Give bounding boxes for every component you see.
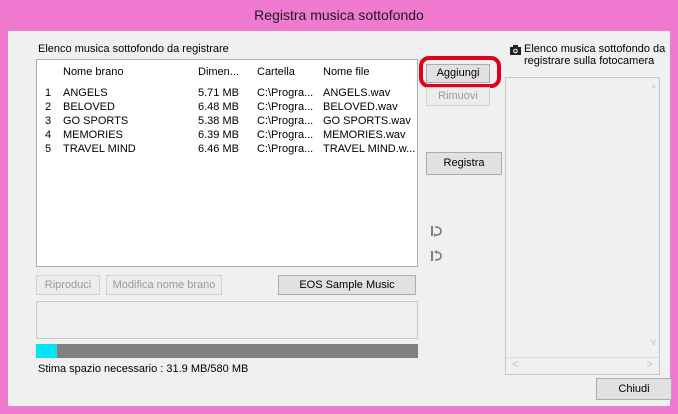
scroll-right-icon[interactable]: > bbox=[647, 359, 653, 371]
camera-music-list[interactable]: ^ v < > bbox=[505, 77, 660, 375]
space-progress-fill bbox=[36, 344, 57, 358]
song-size: 6.39 MB bbox=[198, 129, 239, 141]
song-size: 5.71 MB bbox=[198, 87, 239, 99]
scroll-down-icon[interactable]: v bbox=[651, 337, 656, 348]
move-up-icon[interactable] bbox=[428, 224, 444, 240]
table-row[interactable]: 2 BELOVED 6.48 MB C:\Progra... BELOVED.w… bbox=[37, 101, 417, 115]
song-file: TRAVEL MIND.w... bbox=[323, 143, 415, 155]
row-number: 2 bbox=[45, 101, 52, 113]
song-name: BELOVED bbox=[63, 101, 115, 113]
table-row[interactable]: 3 GO SPORTS 5.38 MB C:\Progra... GO SPOR… bbox=[37, 115, 417, 129]
close-button[interactable]: Chiudi bbox=[596, 378, 672, 400]
play-button[interactable]: Riproduci bbox=[36, 275, 100, 295]
song-file: GO SPORTS.wav bbox=[323, 115, 411, 127]
camera-list-heading: Elenco musica sottofondo da registrare s… bbox=[524, 43, 666, 67]
camera-icon bbox=[509, 43, 521, 55]
column-header-folder[interactable]: Cartella bbox=[257, 66, 295, 78]
space-progress-bar bbox=[36, 344, 418, 358]
song-folder: C:\Progra... bbox=[257, 115, 314, 127]
rename-song-button[interactable]: Modifica nome brano bbox=[106, 275, 222, 295]
song-size: 6.46 MB bbox=[198, 143, 239, 155]
dialog-client-area: Elenco musica sottofondo da registrare N… bbox=[8, 31, 672, 406]
scroll-up-icon[interactable]: ^ bbox=[651, 84, 656, 95]
row-number: 4 bbox=[45, 129, 52, 141]
song-size: 5.38 MB bbox=[198, 115, 239, 127]
song-file: BELOVED.wav bbox=[323, 101, 398, 113]
row-number: 3 bbox=[45, 115, 52, 127]
horizontal-scrollbar[interactable]: < > bbox=[506, 357, 659, 374]
song-folder: C:\Progra... bbox=[257, 101, 314, 113]
eos-sample-music-button[interactable]: EOS Sample Music bbox=[278, 275, 416, 295]
table-row[interactable]: 1 ANGELS 5.71 MB C:\Progra... ANGELS.wav bbox=[37, 87, 417, 101]
song-folder: C:\Progra... bbox=[257, 87, 314, 99]
song-file: ANGELS.wav bbox=[323, 87, 391, 99]
info-box bbox=[36, 301, 418, 339]
music-list-heading: Elenco musica sottofondo da registrare bbox=[38, 43, 229, 55]
column-header-file[interactable]: Nome file bbox=[323, 66, 369, 78]
song-name: GO SPORTS bbox=[63, 115, 129, 127]
scroll-left-icon[interactable]: < bbox=[512, 359, 518, 371]
table-row[interactable]: 5 TRAVEL MIND 6.46 MB C:\Progra... TRAVE… bbox=[37, 143, 417, 157]
music-list[interactable]: Nome brano Dimen... Cartella Nome file 1… bbox=[36, 59, 418, 267]
table-row[interactable]: 4 MEMORIES 6.39 MB C:\Progra... MEMORIES… bbox=[37, 129, 417, 143]
move-down-icon[interactable] bbox=[428, 249, 444, 265]
row-number: 1 bbox=[45, 87, 52, 99]
dialog-window: Registra musica sottofondo Elenco musica… bbox=[0, 0, 678, 414]
song-size: 6.48 MB bbox=[198, 101, 239, 113]
remove-button[interactable]: Rimuovi bbox=[426, 87, 490, 106]
highlight-box bbox=[419, 56, 501, 88]
song-folder: C:\Progra... bbox=[257, 129, 314, 141]
song-file: MEMORIES.wav bbox=[323, 129, 406, 141]
song-name: ANGELS bbox=[63, 87, 108, 99]
song-name: MEMORIES bbox=[63, 129, 123, 141]
column-header-size[interactable]: Dimen... bbox=[198, 66, 239, 78]
register-button[interactable]: Registra bbox=[426, 152, 502, 175]
row-number: 5 bbox=[45, 143, 52, 155]
space-estimate-text: Stima spazio necessario : 31.9 MB/580 MB bbox=[38, 363, 249, 375]
song-folder: C:\Progra... bbox=[257, 143, 314, 155]
window-title: Registra musica sottofondo bbox=[254, 7, 424, 23]
song-name: TRAVEL MIND bbox=[63, 143, 136, 155]
column-header-name[interactable]: Nome brano bbox=[63, 66, 124, 78]
